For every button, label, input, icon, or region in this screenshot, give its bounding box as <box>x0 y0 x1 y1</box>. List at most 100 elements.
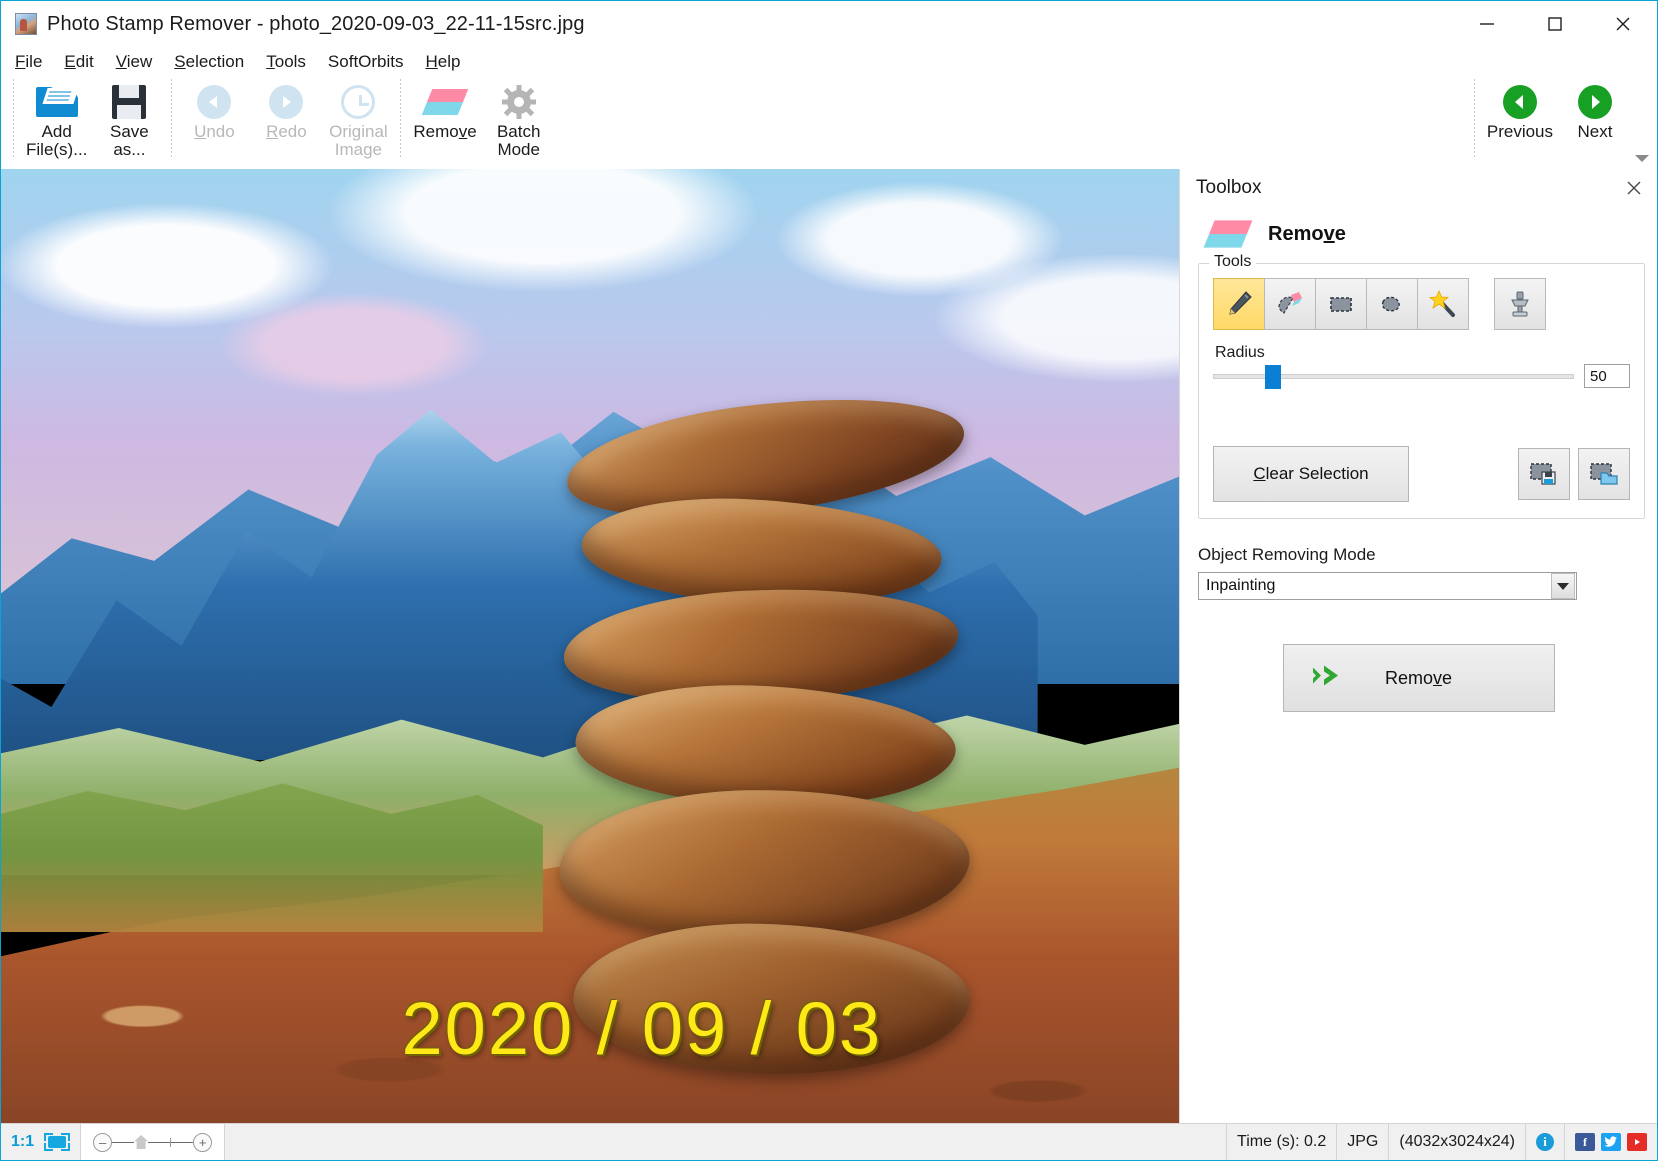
previous-button[interactable]: Previous <box>1481 77 1559 141</box>
load-selection-icon <box>1589 461 1619 487</box>
rectangle-select-tool-button[interactable] <box>1315 278 1367 330</box>
status-info-button[interactable]: i <box>1526 1124 1565 1160</box>
clock-history-icon <box>341 81 375 123</box>
selection-actions-row: Clear Selection <box>1213 446 1630 502</box>
image-canvas[interactable]: 2020 / 09 / 03 <box>1 169 1180 1123</box>
toolbar-overflow-icon[interactable] <box>1635 155 1649 162</box>
save-selection-icon <box>1529 461 1559 487</box>
close-button[interactable] <box>1589 1 1657 47</box>
menu-tools[interactable]: Tools <box>266 52 306 72</box>
twitter-icon[interactable] <box>1601 1133 1621 1151</box>
status-format: JPG <box>1337 1124 1389 1160</box>
redo-arrow-icon <box>269 81 303 123</box>
undo-arrow-icon <box>197 81 231 123</box>
status-dimensions: (4032x3024x24) <box>1389 1124 1526 1160</box>
facebook-icon[interactable]: f <box>1575 1133 1595 1151</box>
add-files-button[interactable]: Add File(s)... <box>20 77 93 159</box>
menu-view[interactable]: View <box>116 52 153 72</box>
toolbar-separator-2 <box>171 79 172 157</box>
batch-mode-label: Batch Mode <box>497 123 540 159</box>
eraser-icon <box>427 81 463 123</box>
menu-selection[interactable]: Selection <box>174 52 244 72</box>
title-bar: Photo Stamp Remover - photo_2020-09-03_2… <box>1 1 1657 47</box>
navigation-group: Previous Next <box>1468 77 1631 157</box>
zoom-reset-icon[interactable] <box>134 1135 148 1149</box>
tools-row <box>1213 278 1630 330</box>
original-image-label: Original Image <box>329 123 388 159</box>
zoom-in-icon[interactable]: + <box>193 1133 212 1152</box>
toolbox-mode-header: Remove <box>1180 207 1657 257</box>
previous-label: Previous <box>1487 123 1553 141</box>
radius-value-field[interactable]: 50 <box>1584 364 1630 388</box>
lasso-select-tool-button[interactable] <box>1366 278 1418 330</box>
clone-stamp-icon <box>1505 289 1535 319</box>
toolbox-title: Toolbox <box>1196 177 1262 199</box>
object-removing-mode-label: Object Removing Mode <box>1198 545 1657 565</box>
info-icon: i <box>1536 1133 1554 1151</box>
main-toolbar: Add File(s)... Save as... Undo Redo <box>1 77 1657 169</box>
clear-selection-label: Clear Selection <box>1253 464 1368 484</box>
youtube-icon[interactable] <box>1627 1133 1647 1151</box>
next-label: Next <box>1578 123 1613 141</box>
toolbox-close-icon[interactable] <box>1625 179 1643 197</box>
undo-button[interactable]: Undo <box>178 77 250 141</box>
eraser-icon-large <box>1204 220 1253 247</box>
menu-file[interactable]: FFileile <box>15 52 42 72</box>
next-button[interactable]: Next <box>1559 77 1631 141</box>
redo-button[interactable]: Redo <box>250 77 322 141</box>
tools-group: Tools <box>1198 263 1645 519</box>
app-window: Photo Stamp Remover - photo_2020-09-03_2… <box>0 0 1658 1161</box>
green-arrow-icon <box>1308 664 1342 693</box>
floppy-disk-icon <box>112 81 146 123</box>
menu-help[interactable]: Help <box>426 52 461 72</box>
toolbox-panel: Toolbox Remove Tools <box>1180 169 1657 1123</box>
social-links: f <box>1565 1124 1657 1160</box>
folder-icon <box>36 81 78 123</box>
zoom-out-icon[interactable]: – <box>93 1133 112 1152</box>
window-title: Photo Stamp Remover - photo_2020-09-03_2… <box>47 13 585 36</box>
status-bar: 1:1 – + Time (s): 0.2 JPG (4032x3024x24)… <box>1 1123 1657 1160</box>
batch-mode-button[interactable]: Batch Mode <box>483 77 555 159</box>
radius-slider-thumb[interactable] <box>1265 365 1281 389</box>
zoom-1to1-button[interactable]: 1:1 <box>1 1124 81 1160</box>
remove-toolbar-button[interactable]: Remove <box>407 77 482 141</box>
toolbar-separator-3 <box>400 79 401 157</box>
radius-row: 50 <box>1213 364 1630 388</box>
clear-selection-button[interactable]: Clear Selection <box>1213 446 1409 502</box>
rectangle-select-icon <box>1326 289 1356 319</box>
selection-io-buttons <box>1518 448 1630 500</box>
save-as-button[interactable]: Save as... <box>93 77 165 159</box>
window-controls <box>1453 1 1657 47</box>
magic-wand-tool-button[interactable] <box>1417 278 1469 330</box>
toolbar-separator-4 <box>1474 79 1475 157</box>
menu-bar: FFileile Edit View Selection Tools SoftO… <box>1 47 1657 77</box>
pencil-icon <box>1224 289 1254 319</box>
pencil-tool-button[interactable] <box>1213 278 1265 330</box>
clone-stamp-tool-button[interactable] <box>1494 278 1546 330</box>
status-spacer <box>225 1124 1227 1160</box>
toolbox-mode-label: Remove <box>1268 223 1346 246</box>
zoom-1to1-label: 1:1 <box>11 1133 34 1151</box>
load-selection-button[interactable] <box>1578 448 1630 500</box>
minimize-button[interactable] <box>1453 1 1521 47</box>
remove-button[interactable]: Remove <box>1283 644 1555 712</box>
toolbox-header: Toolbox <box>1180 169 1657 207</box>
save-selection-button[interactable] <box>1518 448 1570 500</box>
radius-slider[interactable] <box>1213 365 1574 387</box>
object-removing-mode-select[interactable]: Inpainting <box>1198 572 1577 600</box>
add-files-label: Add File(s)... <box>26 123 87 159</box>
tools-group-title: Tools <box>1209 253 1256 271</box>
chevron-down-icon[interactable] <box>1551 573 1575 599</box>
menu-edit[interactable]: Edit <box>64 52 93 72</box>
previous-arrow-icon <box>1503 81 1537 123</box>
redo-label: Redo <box>266 123 307 141</box>
maximize-button[interactable] <box>1521 1 1589 47</box>
fit-to-window-icon[interactable] <box>44 1133 70 1151</box>
zoom-slider[interactable]: – + <box>81 1124 225 1160</box>
next-arrow-icon <box>1578 81 1612 123</box>
eraser-tool-button[interactable] <box>1264 278 1316 330</box>
eraser-brush-icon <box>1275 289 1305 319</box>
original-image-button[interactable]: Original Image <box>322 77 394 159</box>
main-body: 2020 / 09 / 03 Toolbox Remove Tools <box>1 169 1657 1123</box>
menu-softorbits[interactable]: SoftOrbits <box>328 52 404 72</box>
